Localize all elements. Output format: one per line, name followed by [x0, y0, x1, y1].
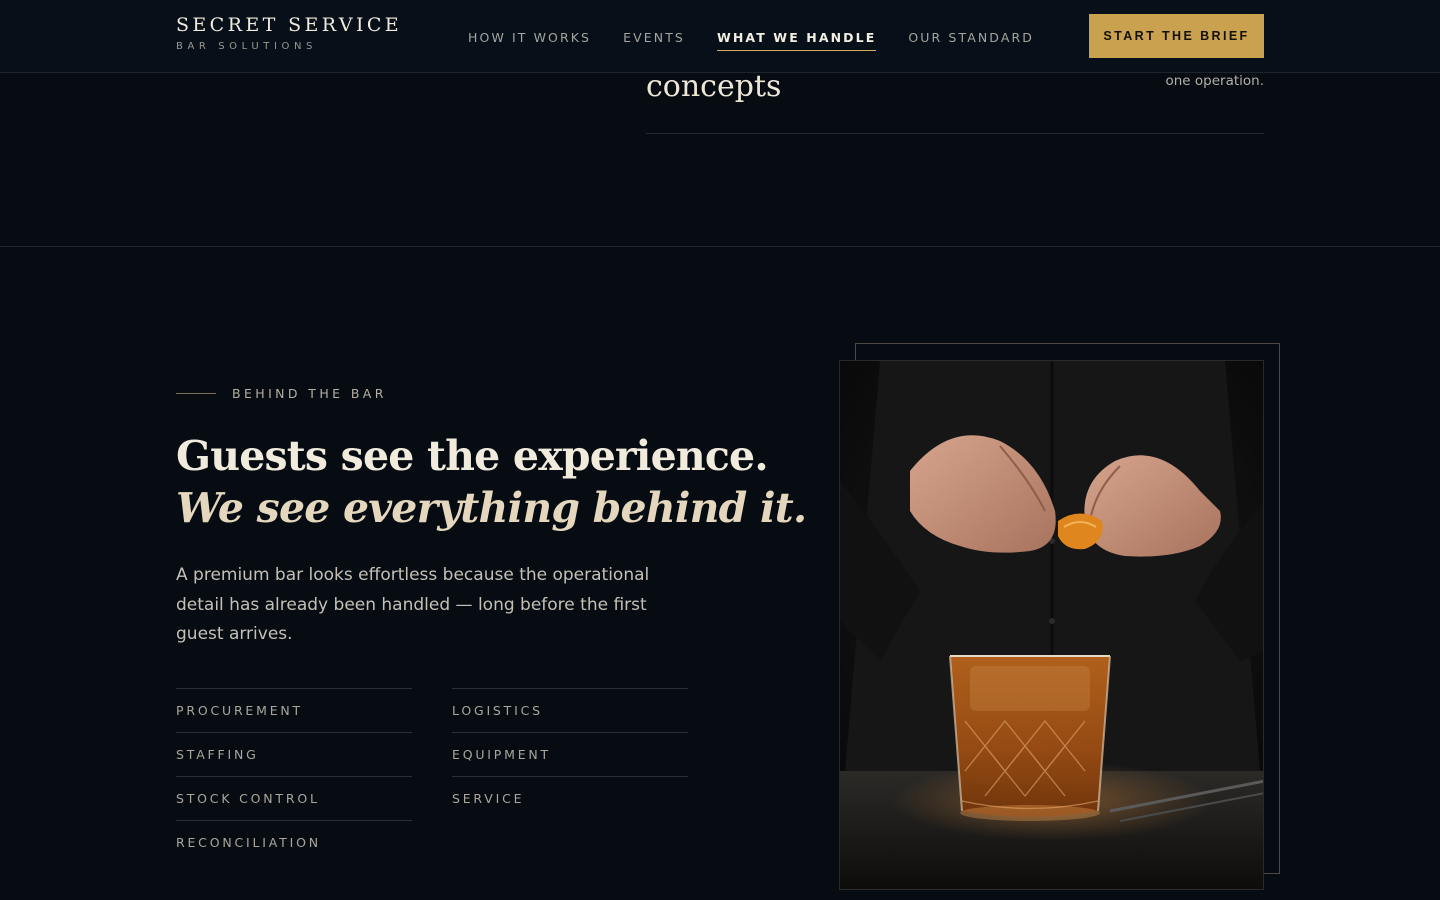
service-item: LOGISTICS	[452, 688, 688, 732]
section-headline: Guests see the experience. We see everyt…	[176, 430, 807, 534]
previous-section-note: one operation.	[1165, 73, 1264, 89]
brand-tagline: BAR SOLUTIONS	[176, 41, 317, 52]
eyebrow-label: BEHIND THE BAR	[232, 386, 387, 401]
brand-logo[interactable]: SECRET SERVICE BAR SOLUTIONS	[176, 14, 402, 52]
service-item: PROCUREMENT	[176, 688, 412, 732]
main-nav: HOW IT WORKS EVENTS WHAT WE HANDLE OUR S…	[468, 30, 1034, 51]
page: SECRET SERVICE BAR SOLUTIONS HOW IT WORK…	[0, 0, 1440, 900]
service-item: SERVICE	[452, 776, 688, 820]
cocktail-illustration	[840, 361, 1263, 889]
section-body: A premium bar looks effortless because t…	[176, 565, 650, 644]
start-brief-button[interactable]: START THE BRIEF	[1089, 14, 1264, 58]
nav-item-how-it-works[interactable]: HOW IT WORKS	[468, 30, 591, 51]
nav-item-our-standard[interactable]: OUR STANDARD	[908, 30, 1034, 51]
previous-section: concepts one operation.	[0, 69, 1440, 247]
brand-name: SECRET SERVICE	[176, 14, 403, 36]
divider	[646, 133, 1264, 134]
services-column-left: PROCUREMENT STAFFING STOCK CONTROL RECON…	[176, 688, 412, 864]
service-item: RECONCILIATION	[176, 820, 412, 864]
service-item: EQUIPMENT	[452, 732, 688, 776]
service-item: STOCK CONTROL	[176, 776, 412, 820]
site-header: SECRET SERVICE BAR SOLUTIONS HOW IT WORK…	[0, 0, 1440, 73]
bartender-cocktail-photo	[839, 360, 1264, 890]
headline-line-1: Guests see the experience.	[176, 432, 769, 480]
section-eyebrow: BEHIND THE BAR	[176, 386, 387, 401]
headline-line-2: We see everything behind it.	[176, 484, 807, 532]
eyebrow-rule	[176, 393, 216, 394]
services-column-right: LOGISTICS EQUIPMENT SERVICE	[452, 688, 688, 820]
nav-item-events[interactable]: EVENTS	[623, 30, 685, 51]
previous-section-heading: concepts	[646, 69, 782, 104]
service-item: STAFFING	[176, 732, 412, 776]
nav-item-what-we-handle[interactable]: WHAT WE HANDLE	[716, 30, 877, 51]
